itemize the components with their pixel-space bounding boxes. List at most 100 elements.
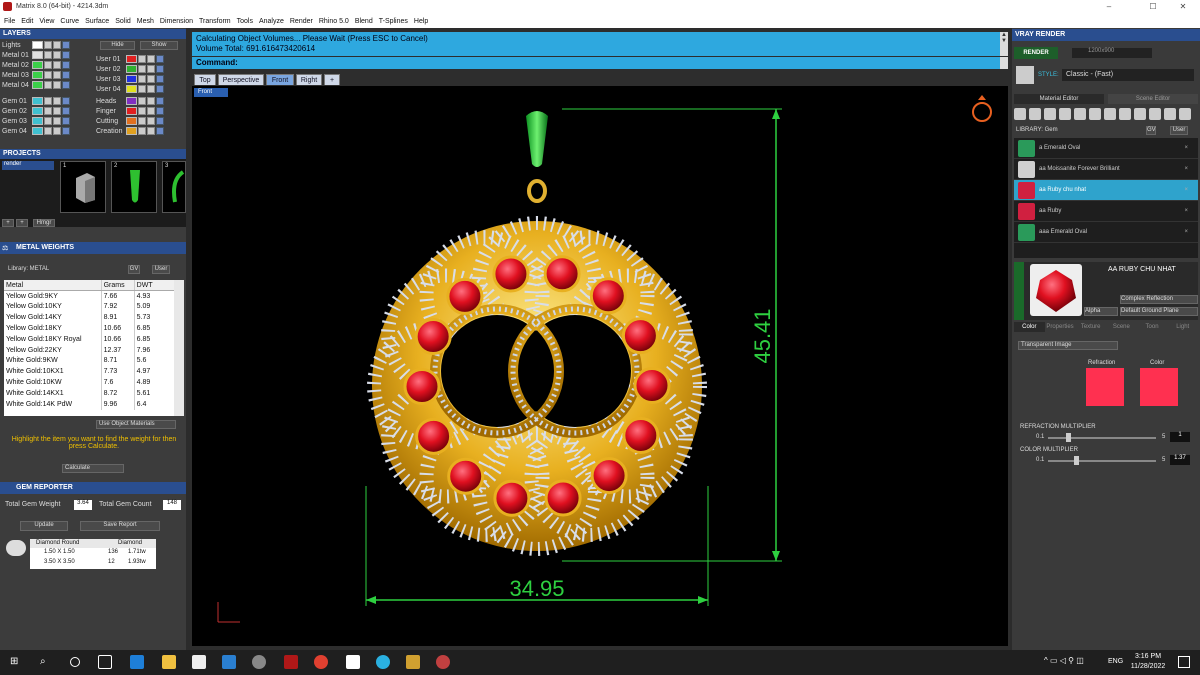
app-icon-5[interactable] — [436, 655, 450, 669]
tab-right[interactable]: Right — [296, 74, 322, 85]
remove-material-icon[interactable]: × — [1184, 187, 1188, 193]
color-slider[interactable] — [1048, 460, 1156, 462]
tab-add[interactable]: + — [324, 74, 340, 85]
add-project-button[interactable]: + — [2, 219, 14, 227]
material-item[interactable]: aa Moissanite Forever Brilliant × — [1014, 159, 1198, 180]
layer-color-swatch[interactable] — [32, 61, 43, 69]
layer-option-icon[interactable] — [156, 107, 164, 115]
app-icon-4[interactable] — [406, 655, 420, 669]
app-icon-1[interactable] — [252, 655, 266, 669]
visibility-icon[interactable] — [147, 65, 155, 73]
property-tab-texture[interactable]: Texture — [1075, 322, 1107, 332]
layer-row[interactable]: Metal 03 — [0, 70, 92, 80]
lock-icon[interactable] — [44, 41, 52, 49]
visibility-icon[interactable] — [53, 127, 61, 135]
transparent-image-select[interactable]: Transparent Image — [1018, 341, 1118, 350]
visibility-icon[interactable] — [53, 61, 61, 69]
texture-icon[interactable] — [1074, 108, 1086, 120]
property-tab-light[interactable]: Light — [1167, 322, 1199, 332]
half-sphere-icon[interactable] — [1059, 108, 1071, 120]
layer-color-swatch[interactable] — [32, 81, 43, 89]
store-icon[interactable] — [192, 655, 206, 669]
update-button[interactable]: Update — [20, 521, 68, 531]
alpha-field[interactable]: Alpha — [1084, 307, 1118, 316]
vray-user-button[interactable]: User — [1170, 126, 1188, 135]
layer-row[interactable]: Gem 04 — [0, 126, 92, 136]
menu-rhino[interactable]: Rhino 5.0 — [319, 18, 349, 25]
style-select[interactable]: Classic - (Fast) — [1062, 69, 1194, 81]
menu-analyze[interactable]: Analyze — [259, 18, 284, 25]
layer-color-swatch[interactable] — [32, 41, 43, 49]
layer-option-icon[interactable] — [62, 61, 70, 69]
layer-option-icon[interactable] — [156, 55, 164, 63]
refraction-swatch[interactable] — [1086, 368, 1124, 406]
menu-edit[interactable]: Edit — [21, 18, 33, 25]
remove-material-icon[interactable]: × — [1184, 166, 1188, 172]
menu-render[interactable]: Render — [290, 18, 313, 25]
language-indicator[interactable]: ENG — [1108, 658, 1123, 665]
layer-color-swatch[interactable] — [32, 127, 43, 135]
visibility-icon[interactable] — [53, 51, 61, 59]
table-row[interactable]: Yellow Gold:18KY 10.66 6.85 — [4, 323, 177, 334]
lock-icon[interactable] — [44, 51, 52, 59]
command-scrollbar[interactable]: ▲ ▼ — [1000, 32, 1008, 56]
notification-icon[interactable] — [1178, 656, 1190, 668]
table-row[interactable]: White Gold:14KX1 8.72 5.61 — [4, 387, 177, 399]
lock-icon[interactable] — [44, 61, 52, 69]
menu-surface[interactable]: Surface — [85, 18, 109, 25]
layer-color-swatch[interactable] — [126, 127, 137, 135]
search-icon[interactable]: ⌕ — [40, 656, 46, 667]
layer-option-icon[interactable] — [156, 65, 164, 73]
menu-dimension[interactable]: Dimension — [160, 18, 193, 25]
layer-row[interactable]: Cutting — [94, 116, 186, 126]
tab-front[interactable]: Front — [266, 74, 294, 85]
layer-option-icon[interactable] — [156, 85, 164, 93]
project-thumb-3[interactable]: 3 — [162, 161, 186, 213]
layer-color-swatch[interactable] — [126, 107, 137, 115]
menu-tsplines[interactable]: T-Splines — [379, 18, 408, 25]
layer-option-icon[interactable] — [156, 75, 164, 83]
layer-color-swatch[interactable] — [126, 97, 137, 105]
project-thumb-2[interactable]: 2 — [111, 161, 157, 213]
visibility-icon[interactable] — [147, 97, 155, 105]
layer-row[interactable]: Gem 02 — [0, 106, 92, 116]
table-row[interactable]: Yellow Gold:22KY 12.37 7.96 — [4, 344, 177, 356]
property-tab-toon[interactable]: Toon — [1136, 322, 1168, 332]
command-line-scrollbar[interactable] — [1000, 57, 1008, 69]
command-prompt[interactable]: Command: — [192, 57, 1000, 69]
viewport-label[interactable]: Front — [194, 88, 228, 97]
flat-icon[interactable] — [1089, 108, 1101, 120]
layer-option-icon[interactable] — [62, 71, 70, 79]
menu-view[interactable]: View — [39, 18, 54, 25]
save-report-button[interactable]: Save Report — [80, 521, 160, 531]
lock-icon[interactable] — [44, 97, 52, 105]
layer-color-swatch[interactable] — [126, 117, 137, 125]
tray-icons[interactable]: ^ ▭ ◁ ⚲ ◫ — [1044, 656, 1084, 665]
user-button[interactable]: User — [152, 265, 170, 274]
visibility-icon[interactable] — [53, 97, 61, 105]
refraction-slider-thumb[interactable] — [1066, 433, 1071, 442]
drop-icon[interactable] — [1014, 108, 1026, 120]
layer-row[interactable]: Metal 02 — [0, 60, 92, 70]
render-size-select[interactable]: 1200x900 — [1072, 48, 1152, 58]
material-item[interactable]: aa Ruby × — [1014, 201, 1198, 222]
hide-button[interactable]: Hide — [100, 41, 135, 50]
render-button[interactable]: RENDER — [1014, 47, 1058, 59]
pattern-icon[interactable] — [1104, 108, 1116, 120]
visibility-icon[interactable] — [53, 41, 61, 49]
minimize-button[interactable]: – — [1094, 2, 1124, 11]
lock-icon[interactable] — [138, 117, 146, 125]
color-slider-thumb[interactable] — [1074, 456, 1079, 465]
layer-option-icon[interactable] — [156, 127, 164, 135]
use-object-materials-dropdown[interactable]: Use Object Materials — [96, 420, 176, 429]
visibility-icon[interactable] — [147, 107, 155, 115]
file-explorer-icon[interactable] — [162, 655, 176, 669]
table-row[interactable]: Yellow Gold:9KY 7.66 4.93 — [4, 290, 177, 302]
calculate-button[interactable]: Calculate — [62, 464, 124, 473]
layer-row[interactable]: Creation — [94, 126, 186, 136]
eye-icon[interactable] — [1164, 108, 1176, 120]
layer-row[interactable]: Metal 04 — [0, 80, 92, 90]
menu-transform[interactable]: Transform — [199, 18, 231, 25]
layer-color-swatch[interactable] — [126, 85, 137, 93]
table-row[interactable]: Yellow Gold:18KY Royal 10.66 6.85 — [4, 333, 177, 345]
